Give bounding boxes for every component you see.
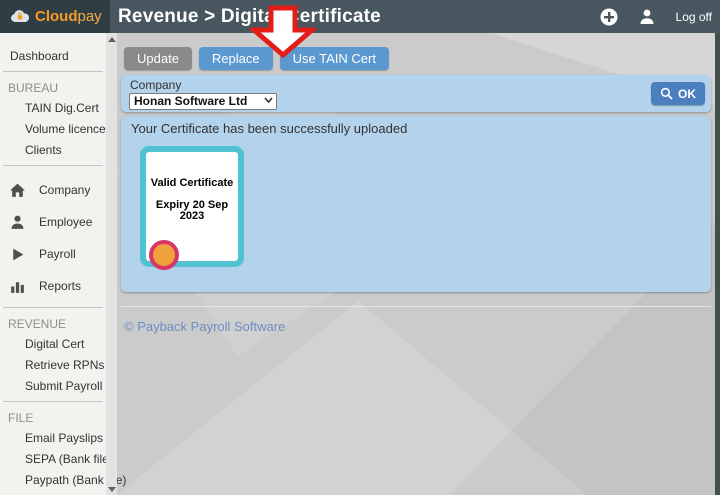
certificate-seal-icon	[149, 240, 179, 270]
sidebar-divider	[3, 307, 103, 308]
sidebar-nav: Dashboard BUREAU TAIN Dig.Cert Volume li…	[0, 33, 106, 495]
company-panel: Company Honan Software Ltd OK	[121, 75, 711, 112]
sidebar-divider	[3, 401, 103, 402]
app-logo[interactable]: Cloudpay	[0, 0, 110, 33]
search-ok-button[interactable]: OK	[651, 82, 705, 105]
scroll-down-icon[interactable]	[106, 483, 117, 495]
footer-copyright-link[interactable]: © Payback Payroll Software	[124, 319, 285, 334]
bar-chart-icon	[9, 278, 26, 295]
sidebar-item-clients[interactable]: Clients	[0, 139, 106, 160]
brand-name: Cloudpay	[35, 8, 102, 25]
sidebar-scrollbar[interactable]	[106, 33, 117, 495]
user-account-icon[interactable]	[638, 8, 656, 26]
certificate-card[interactable]: Valid Certificate Expiry 20 Sep 2023	[140, 146, 244, 267]
cloud-logo-icon	[10, 9, 30, 24]
certificate-panel: Your Certificate has been successfully u…	[121, 116, 711, 292]
person-icon	[9, 214, 26, 231]
add-icon[interactable]	[600, 8, 618, 26]
sidebar-item-payroll[interactable]: Payroll	[0, 238, 106, 270]
sidebar-item-paypath-bank-file[interactable]: Paypath (Bank file)	[0, 469, 106, 490]
play-icon	[9, 246, 26, 263]
sidebar-item-sepa-bank-file[interactable]: SEPA (Bank file)	[0, 448, 106, 469]
certificate-status: Valid Certificate	[146, 178, 238, 189]
callout-arrow-icon	[250, 5, 316, 59]
update-button[interactable]: Update	[124, 47, 192, 70]
sidebar-item-volume-licence[interactable]: Volume licence	[0, 118, 106, 139]
sidebar-item-employee[interactable]: Employee	[0, 206, 106, 238]
scroll-up-icon[interactable]	[106, 33, 117, 45]
sidebar-divider	[3, 71, 103, 72]
sidebar-item-email-payslips[interactable]: Email Payslips	[0, 427, 106, 448]
sidebar-section-file: FILE	[0, 407, 106, 427]
sidebar-section-revenue: REVENUE	[0, 313, 106, 333]
company-select[interactable]: Honan Software Ltd	[129, 93, 277, 110]
sidebar-item-retrieve-rpns[interactable]: Retrieve RPNs	[0, 354, 106, 375]
sidebar-item-tain-dig-cert[interactable]: TAIN Dig.Cert	[0, 97, 106, 118]
certificate-expiry: Expiry 20 Sep 2023	[146, 200, 238, 222]
footer-divider	[121, 306, 711, 307]
sidebar-item-submit-payroll[interactable]: Submit Payroll	[0, 375, 106, 396]
sidebar-item-reports[interactable]: Reports	[0, 270, 106, 302]
home-icon	[9, 182, 26, 199]
top-header-bar: Cloudpay Revenue > Digital Certificate L…	[0, 0, 720, 33]
sidebar-item-dashboard[interactable]: Dashboard	[0, 45, 106, 66]
certificate-card-text: Valid Certificate Expiry 20 Sep 2023	[146, 178, 238, 222]
company-label: Company	[130, 78, 181, 92]
window-edge-strip	[715, 33, 720, 495]
sidebar-section-bureau: BUREAU	[0, 77, 106, 97]
upload-success-message: Your Certificate has been successfully u…	[131, 121, 407, 136]
search-icon	[660, 87, 673, 100]
sidebar-item-company[interactable]: Company	[0, 174, 106, 206]
sidebar-item-digital-cert[interactable]: Digital Cert	[0, 333, 106, 354]
log-off-button[interactable]: Log off	[676, 10, 712, 24]
sidebar-divider	[3, 165, 103, 166]
